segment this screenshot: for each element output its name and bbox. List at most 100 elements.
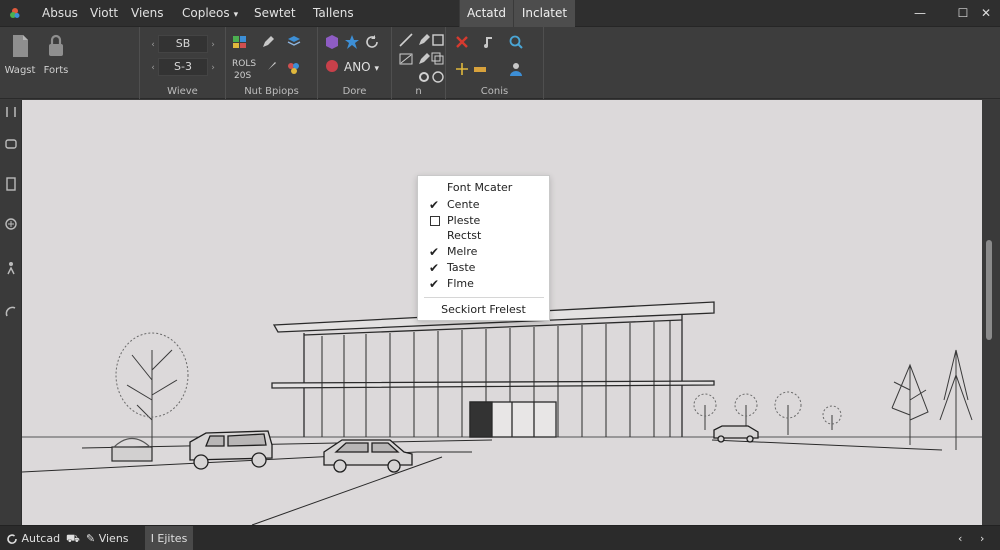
- forts-label: Forts: [43, 65, 69, 76]
- delete-icon[interactable]: [454, 34, 470, 50]
- ribbon: Wagst Forts ‹ SB › ‹ S-3 › Wieve ROLS 20S Nu…: [0, 27, 1000, 99]
- menu-copleos-label: Copleos: [182, 6, 230, 20]
- refresh-icon: [7, 534, 17, 544]
- close-icon[interactable]: ✕: [975, 3, 997, 23]
- status-views-label: Viens: [98, 532, 129, 545]
- palette-icon[interactable]: [232, 34, 248, 50]
- hatch-icon[interactable]: [398, 51, 414, 67]
- search-icon[interactable]: [508, 34, 524, 50]
- maximize-icon[interactable]: ☐: [952, 3, 974, 23]
- cad-app-window: Absus Viott Viens Copleos ▾ Sewtet Tallen…: [0, 0, 1000, 550]
- rotate-icon[interactable]: [364, 34, 380, 50]
- tab-inclatet[interactable]: Inclatet: [513, 0, 575, 27]
- star-icon[interactable]: [344, 34, 360, 50]
- walk-icon[interactable]: [3, 260, 19, 276]
- group-label-conis: Conis: [480, 86, 509, 97]
- pencil-icon[interactable]: [260, 34, 276, 50]
- measure-icon[interactable]: [472, 61, 488, 77]
- orbit-icon[interactable]: [3, 136, 19, 152]
- drawing-canvas[interactable]: Font Mcater ✔ Cente Pleste Rectst ✔ Melre …: [22, 100, 982, 525]
- brush-icon[interactable]: [262, 60, 278, 76]
- vertical-scrollbar[interactable]: [986, 240, 992, 340]
- ribbon-group-nut: ROLS 20S Nut Bpiops: [226, 27, 318, 99]
- forts-button[interactable]: Forts: [36, 33, 76, 83]
- app-logo-icon[interactable]: [8, 6, 22, 20]
- context-menu-header: Font Mcater: [418, 180, 549, 196]
- checkbox-icon: [430, 216, 440, 226]
- menu-item-pleste[interactable]: Pleste: [418, 213, 549, 229]
- group-label-n: n: [415, 86, 422, 97]
- context-menu-header-label: Font Mcater: [447, 181, 513, 194]
- menu-item-taste[interactable]: ✔ Taste: [418, 260, 549, 276]
- status-active-tab[interactable]: I Ejites: [145, 526, 193, 550]
- menu-item-cente[interactable]: ✔ Cente: [418, 197, 549, 213]
- pan-icon[interactable]: [3, 176, 19, 192]
- wagst-button[interactable]: Wagst: [0, 33, 40, 83]
- menu-copleos[interactable]: Copleos ▾: [182, 0, 238, 27]
- title-bar: Absus Viott Viens Copleos ▾ Sewtet Tallen…: [0, 0, 1000, 27]
- status-app-label: Autcad: [21, 532, 61, 545]
- lock-icon: [49, 34, 63, 56]
- pen-icon: ✎: [86, 532, 96, 545]
- menu-item-label: Taste: [447, 261, 476, 274]
- copy-icon[interactable]: [430, 51, 446, 67]
- minimize-icon[interactable]: —: [909, 3, 931, 23]
- box-tool-icon[interactable]: [430, 32, 446, 48]
- spin-right-icon: ›: [211, 40, 215, 50]
- line-tool-icon[interactable]: [398, 32, 414, 48]
- menu-item-label: Pleste: [447, 214, 481, 227]
- menu-item-flme[interactable]: ✔ Flme: [418, 276, 549, 292]
- ribbon-group-n: n: [392, 27, 446, 99]
- look-icon[interactable]: [3, 304, 19, 320]
- user-icon[interactable]: [508, 61, 524, 77]
- wagst-label: Wagst: [4, 65, 36, 76]
- menu-absus[interactable]: Absus: [42, 0, 78, 27]
- ribbon-group-done: ANO ▾ Dore: [318, 27, 392, 99]
- zoom-icon[interactable]: [3, 216, 19, 232]
- circle-tool-icon[interactable]: [430, 69, 446, 85]
- scale-bottom-value: S-3: [158, 58, 208, 76]
- context-menu: Font Mcater ✔ Cente Pleste Rectst ✔ Melre …: [417, 175, 550, 321]
- ribbon-group-views: ‹ SB › ‹ S-3 › Wieve: [140, 27, 226, 99]
- snap-icon[interactable]: [454, 61, 470, 77]
- menu-tallens[interactable]: Tallens: [313, 0, 354, 27]
- menu-item-melre[interactable]: ✔ Melre: [418, 244, 549, 260]
- group-label-views: Wieve: [167, 86, 198, 97]
- spin-left-icon: ‹: [151, 63, 155, 73]
- scale-bottom-spinner[interactable]: ‹ S-3 ›: [148, 58, 218, 76]
- check-icon: ✔: [428, 277, 440, 291]
- chevron-down-icon: ▾: [374, 64, 379, 74]
- menu-item-rectst[interactable]: Rectst: [418, 228, 549, 244]
- menu-item-label: Melre: [447, 245, 478, 258]
- ano-value: ANO: [344, 60, 371, 74]
- group-label-done: Dore: [342, 86, 367, 97]
- tab-actatd[interactable]: Actatd: [459, 0, 513, 27]
- music-note-icon[interactable]: [480, 34, 496, 50]
- check-icon: ✔: [428, 198, 440, 212]
- material-icon[interactable]: [324, 58, 340, 74]
- menu-sewtet[interactable]: Sewtet: [254, 0, 296, 27]
- check-icon: ✔: [428, 245, 440, 259]
- 20s-text: 20S: [234, 71, 252, 81]
- menu-viens[interactable]: Viens: [131, 0, 164, 27]
- scroll-right-icon[interactable]: ›: [980, 526, 984, 550]
- menu-divider: [424, 297, 544, 298]
- color-picker-icon[interactable]: [286, 60, 302, 76]
- status-views[interactable]: ✎ Viens: [86, 526, 129, 550]
- menu-item-footer[interactable]: Seckiort Frelest: [418, 302, 549, 318]
- ano-dropdown[interactable]: ANO ▾: [344, 60, 379, 74]
- document-icon: [13, 35, 28, 57]
- spin-right-icon: ›: [211, 63, 215, 73]
- menu-item-label: Flme: [447, 277, 474, 290]
- collapse-icon[interactable]: [3, 104, 19, 120]
- scale-top-spinner[interactable]: ‹ SB ›: [148, 35, 218, 53]
- status-app[interactable]: Autcad: [6, 526, 60, 550]
- car-icon[interactable]: ⛟: [66, 526, 80, 550]
- chevron-down-icon: ▾: [233, 10, 239, 20]
- layers-icon[interactable]: [286, 34, 302, 50]
- left-toolbar: [0, 100, 22, 525]
- scroll-left-icon[interactable]: ‹: [958, 526, 962, 550]
- menu-viott[interactable]: Viott: [90, 0, 118, 27]
- rols-text: ROLS: [232, 59, 257, 69]
- cube-icon[interactable]: [324, 34, 340, 50]
